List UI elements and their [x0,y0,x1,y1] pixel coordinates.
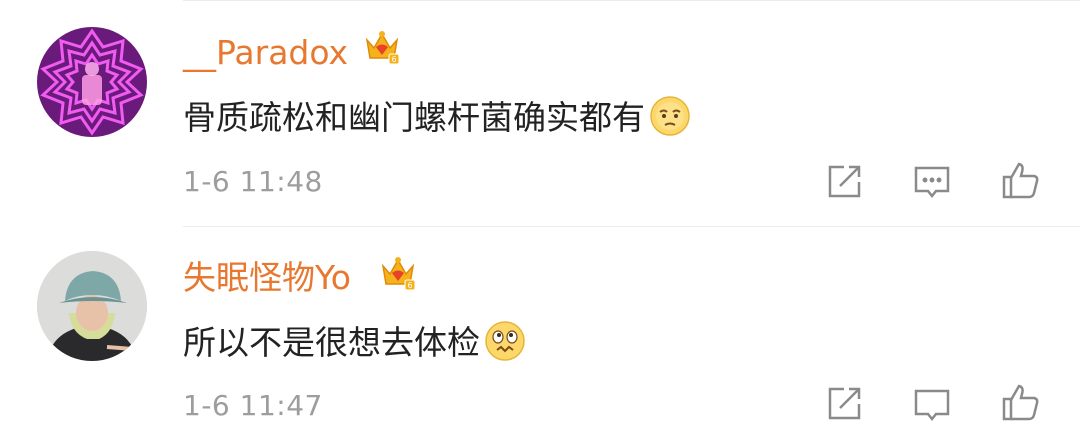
avatar[interactable] [37,27,147,137]
vip-crown-icon: 6 [379,254,417,292]
timestamp: 1-6 11:47 [183,389,323,422]
comment-text: 所以不是很想去体检 [183,320,526,362]
comment-text-content: 骨质疏松和幽门螺杆菌确实都有 [183,98,645,137]
share-icon[interactable] [824,162,864,202]
vip-crown-icon: 6 [363,28,401,66]
reply-icon[interactable] [912,386,952,426]
svg-text:6: 6 [407,281,412,290]
reply-icon[interactable] [912,163,952,203]
timestamp: 1-6 11:48 [183,165,323,198]
like-icon[interactable] [1000,382,1040,422]
worried-face-emoji-icon [649,95,691,137]
username[interactable]: 失眠怪物Yo [183,261,351,294]
nervous-face-emoji-icon [484,320,526,362]
comment-text-content: 所以不是很想去体检 [183,323,480,362]
comment-item: 失眠怪物Yo 6 所以不是很想去体检 1-6 11:47 [0,226,1080,422]
share-icon[interactable] [824,384,864,424]
comment-text: 骨质疏松和幽门螺杆菌确实都有 [183,95,691,137]
avatar[interactable] [37,251,147,361]
svg-text:6: 6 [391,55,396,64]
comment-item: __Paradox 6 骨质疏松和幽门螺杆菌确实都有 1-6 11:48 [0,0,1080,226]
like-icon[interactable] [1000,160,1040,200]
username[interactable]: __Paradox [183,36,348,69]
